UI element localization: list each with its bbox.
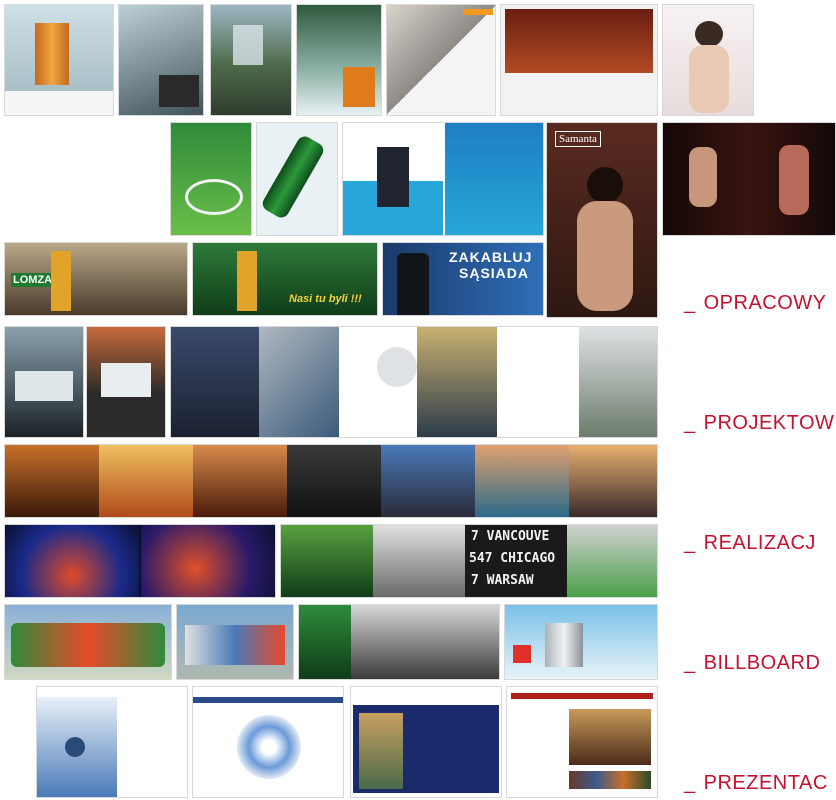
- thumbnail-catalog-calendar[interactable]: [4, 4, 114, 116]
- thumbnail-lingerie-white[interactable]: [662, 4, 754, 116]
- nav-item-label: OPRACOWY: [703, 292, 827, 314]
- thumbnail-lomza-commercial-stills[interactable]: [4, 444, 658, 518]
- thumbnail-truck-wrap[interactable]: [176, 604, 294, 680]
- thumbnail-agents-leaflet[interactable]: [342, 122, 544, 236]
- thumbnail-lingerie-samanta[interactable]: Samanta: [546, 122, 658, 318]
- thumbnail-bus-wrap[interactable]: [4, 604, 172, 680]
- thumbnail-zakabluj-sasiada[interactable]: ZAKABLUJ SĄSIADA: [382, 242, 544, 316]
- nav-item-prezentac[interactable]: _ PREZENTAC: [684, 772, 828, 795]
- nav-dash: _: [684, 532, 696, 554]
- nav-dash: _: [684, 652, 696, 674]
- nav-dash: _: [684, 292, 696, 314]
- thumbnail-bathroom-catalog-2[interactable]: [86, 326, 166, 438]
- nav-item-label: REALIZACJ: [703, 532, 816, 554]
- nav-item-label: BILLBOARD: [703, 652, 821, 674]
- thumbnail-lomza-moai-2[interactable]: Nasi tu byli !!!: [192, 242, 378, 316]
- samanta-tag: Samanta: [555, 131, 601, 147]
- thumbnail-lingerie-dark[interactable]: [662, 122, 836, 236]
- thumbnail-website-dark-blue[interactable]: [350, 686, 502, 798]
- billboard-line-2: 547 CHICAGO: [469, 551, 556, 566]
- nav-item-projektow[interactable]: _ PROJEKTOW: [684, 412, 834, 435]
- thumbnail-night-stadium[interactable]: [4, 524, 276, 598]
- zakabluj-line-2: SĄSIADA: [459, 265, 530, 281]
- thumbnail-catalog-shower[interactable]: [118, 4, 204, 116]
- thumbnail-lomza-leaflet[interactable]: [170, 122, 252, 236]
- nav-dash: _: [684, 412, 696, 434]
- nav-dash: _: [684, 772, 696, 794]
- billboard-line-3: 7 WARSAW: [471, 573, 534, 588]
- lomza-brand-label: LOMZA: [11, 273, 55, 287]
- beer-slogan: Nasi tu byli !!!: [289, 293, 362, 305]
- thumbnail-catalog-waterfall[interactable]: [296, 4, 382, 116]
- nav-item-opracowy[interactable]: _ OPRACOWY: [684, 292, 827, 315]
- thumbnail-website-nautilus[interactable]: [192, 686, 344, 798]
- thumbnail-faucet-billboard[interactable]: [504, 604, 658, 680]
- nav-item-billboard[interactable]: _ BILLBOARD: [684, 652, 820, 675]
- thumbnail-website-blue-drop[interactable]: [36, 686, 188, 798]
- billboard-line-1: 7 VANCOUVE: [471, 529, 550, 544]
- thumbnail-faucet-brochure[interactable]: [170, 326, 658, 438]
- thumbnail-lomza-departures[interactable]: 7 VANCOUVE 547 CHICAGO 7 WARSAW: [280, 524, 658, 598]
- nav-item-label: PROJEKTOW: [703, 412, 835, 434]
- thumbnail-bathroom-catalog-1[interactable]: [4, 326, 84, 438]
- nav-item-realizacj[interactable]: _ REALIZACJ: [684, 532, 816, 555]
- nav-item-label: PREZENTAC: [703, 772, 828, 794]
- zakabluj-line-1: ZAKABLUJ: [449, 249, 533, 265]
- thumbnail-lomza-bottle-map[interactable]: [256, 122, 338, 236]
- thumbnail-website-restaurant[interactable]: [500, 4, 658, 116]
- thumbnail-lomza-truck-billboard[interactable]: [298, 604, 500, 680]
- thumbnail-lomza-moai-1[interactable]: LOMZA: [4, 242, 188, 316]
- thumbnail-website-restaurant-2[interactable]: [506, 686, 658, 798]
- thumbnail-catalog-lake[interactable]: [210, 4, 292, 116]
- thumbnail-catalog-hands[interactable]: [386, 4, 496, 116]
